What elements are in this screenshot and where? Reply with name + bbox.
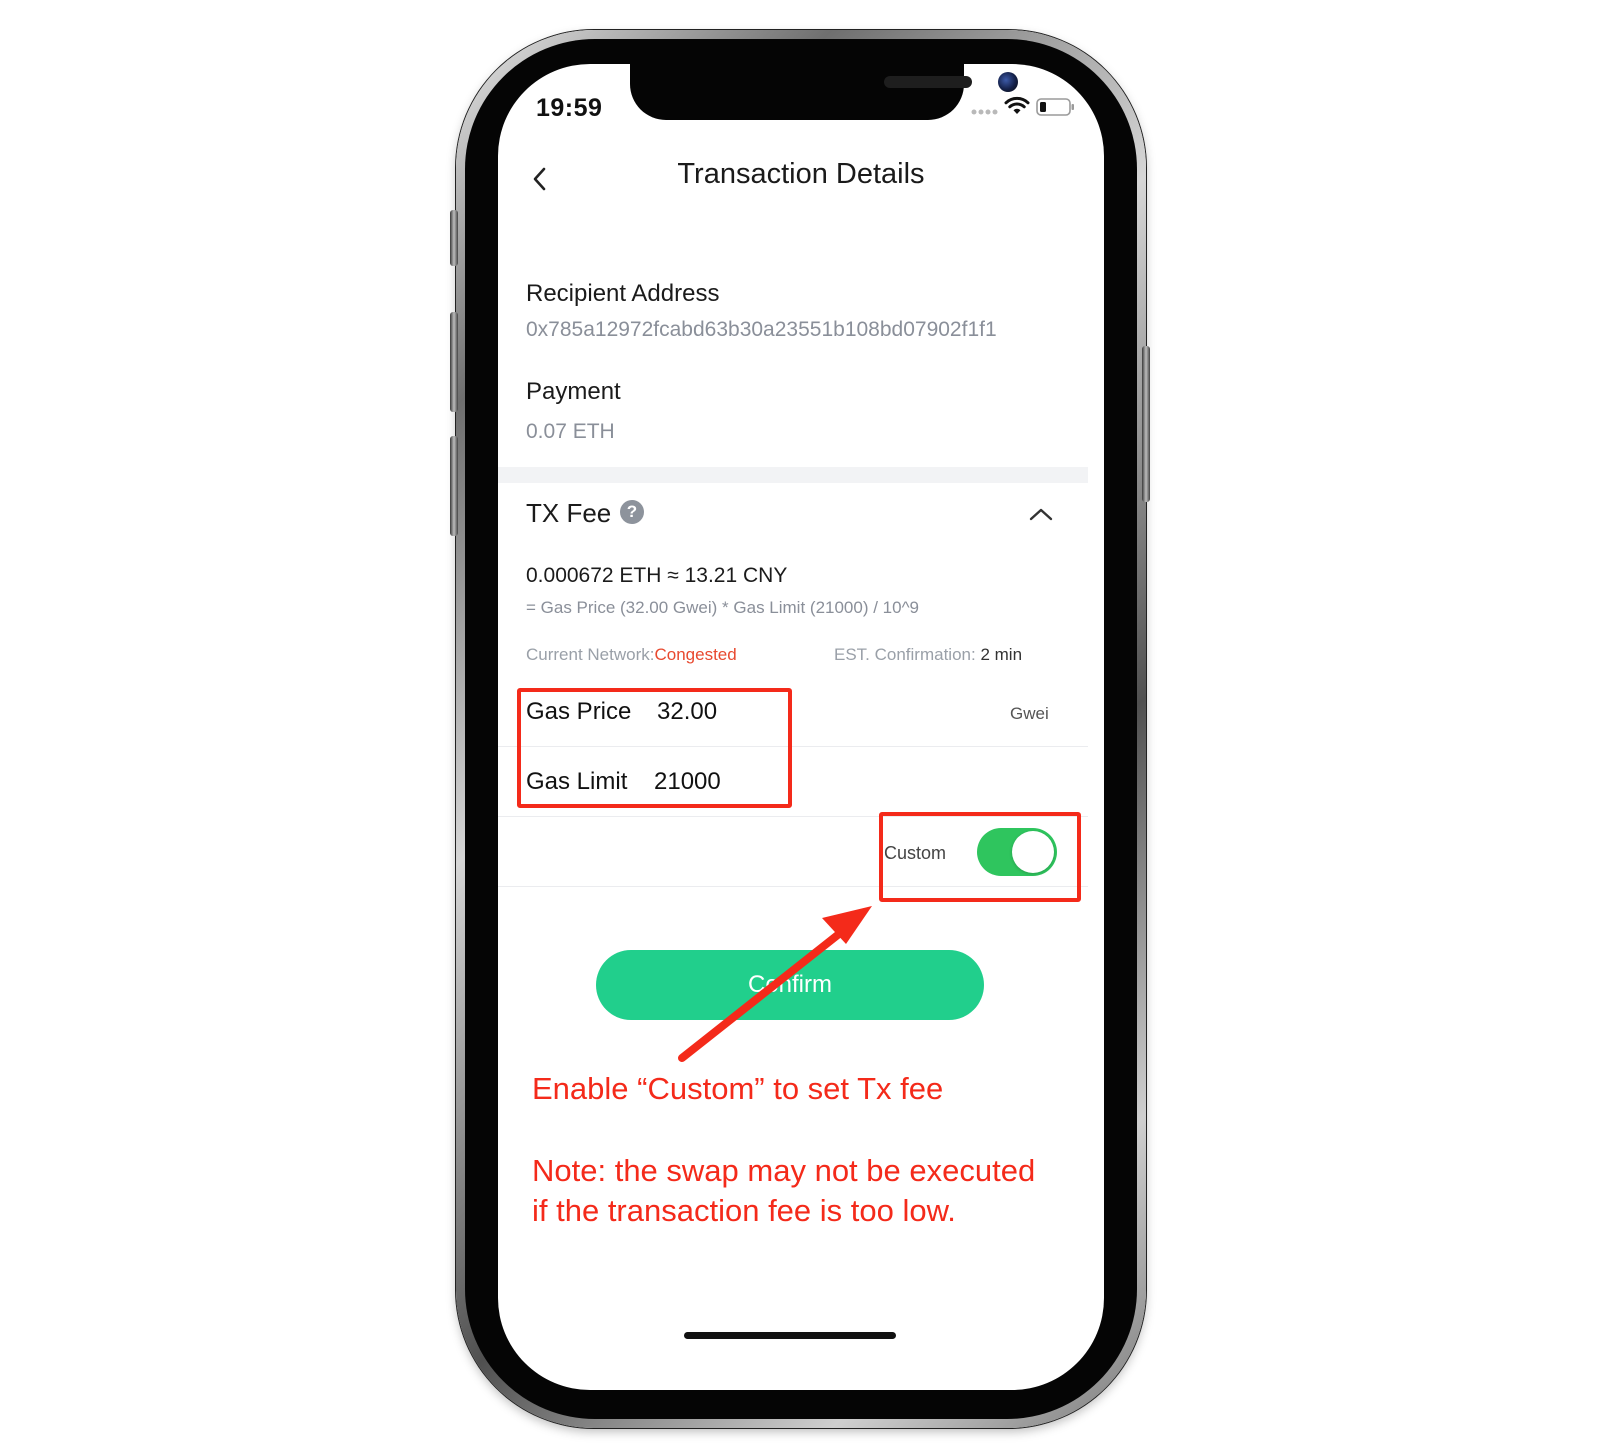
network-status: Current Network:Congested: [526, 645, 737, 665]
volume-down-button: [450, 436, 458, 536]
mute-switch: [450, 210, 458, 266]
section-separator: [498, 467, 1088, 483]
tx-fee-label: TX Fee: [526, 498, 612, 528]
chevron-up-icon[interactable]: [1028, 506, 1054, 522]
fee-amount: 0.000672 ETH ≈ 13.21 CNY: [526, 564, 788, 587]
front-camera: [998, 72, 1018, 92]
est-confirmation: EST. Confirmation: 2 min: [834, 645, 1022, 665]
status-time: 19:59: [536, 94, 603, 122]
confirm-button[interactable]: Confirm: [596, 950, 984, 1020]
annotation-note-line2: if the transaction fee is too low.: [532, 1193, 956, 1228]
page-title: Transaction Details: [677, 158, 925, 190]
wifi-icon: [1004, 96, 1030, 114]
home-indicator: [684, 1332, 896, 1339]
power-button: [1142, 346, 1150, 502]
fee-formula: = Gas Price (32.00 Gwei) * Gas Limit (21…: [526, 598, 920, 617]
annotation-note-line1: Note: the swap may not be executed: [532, 1153, 1036, 1188]
recipient-address-label: Recipient Address: [526, 280, 720, 307]
recipient-address-value: 0x785a12972fcabd63b30a23551b108bd07902f1…: [526, 318, 997, 341]
payment-label: Payment: [526, 378, 621, 405]
cellular-signal-icon: [971, 109, 998, 115]
custom-toggle-highlight: [879, 812, 1081, 902]
annotation-instruction: Enable “Custom” to set Tx fee: [532, 1071, 944, 1106]
volume-up-button: [450, 312, 458, 412]
est-confirmation-label: EST. Confirmation:: [834, 645, 976, 664]
notch: [630, 64, 1018, 120]
network-status-value: Congested: [654, 645, 737, 664]
battery-icon: [1036, 98, 1074, 116]
payment-value: 0.07 ETH: [526, 420, 615, 443]
earpiece-speaker: [884, 76, 972, 88]
screenshot-stage: 19:59 Transaction Details Recipient Addr…: [0, 0, 1600, 1455]
est-confirmation-value: 2 min: [980, 645, 1023, 664]
gas-fields-highlight: [517, 688, 792, 808]
question-circle-icon[interactable]: ?: [620, 500, 644, 524]
network-status-label: Current Network:: [526, 645, 655, 664]
gas-price-unit: Gwei: [1010, 704, 1049, 723]
